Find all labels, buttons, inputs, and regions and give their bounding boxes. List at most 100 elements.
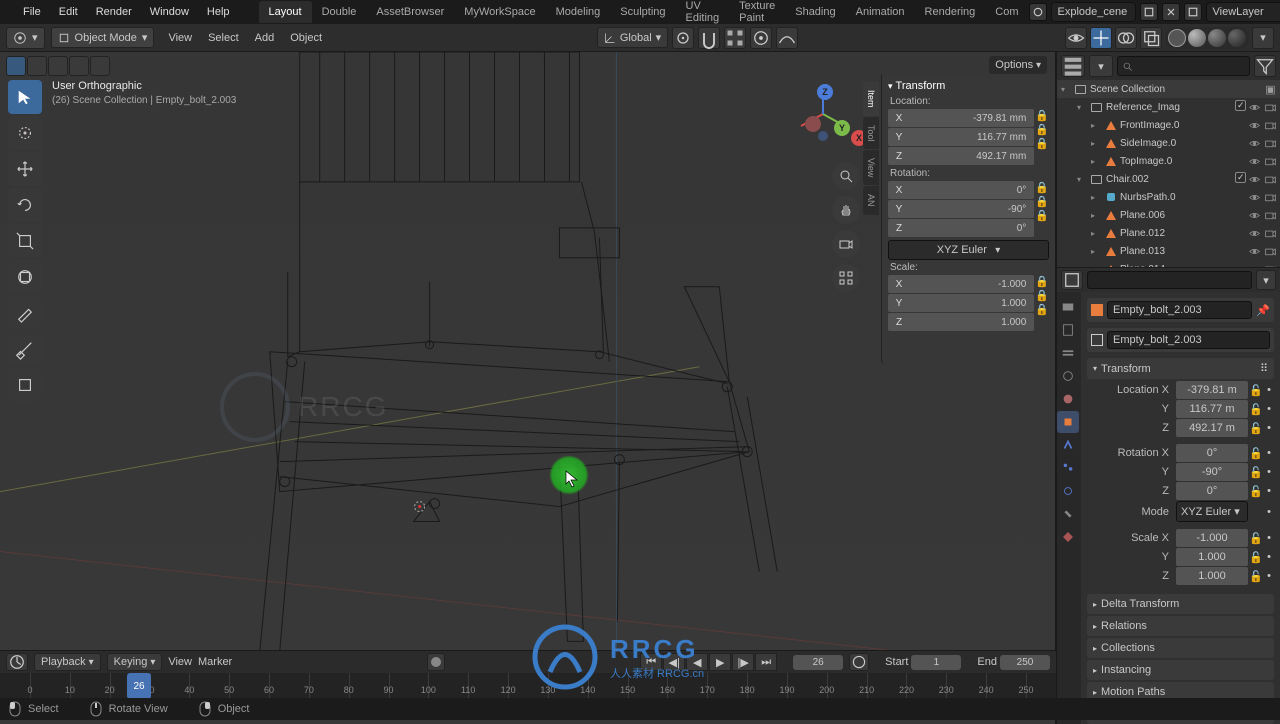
props-relations[interactable]: Relations	[1087, 616, 1274, 636]
disclosure-icon[interactable]: ▾	[1077, 103, 1087, 112]
visibility-dropdown[interactable]	[1065, 27, 1087, 49]
pivot-dropdown[interactable]	[672, 27, 694, 49]
tab-output[interactable]	[1057, 319, 1079, 341]
tab-viewlayer[interactable]	[1057, 342, 1079, 364]
perspective-icon[interactable]	[832, 264, 860, 292]
timeline-view[interactable]: View	[168, 656, 192, 668]
tab-object[interactable]	[1057, 411, 1079, 433]
lock-rot-y[interactable]: 🔒	[1035, 195, 1049, 208]
menu-edit[interactable]: Edit	[50, 2, 87, 22]
shading-options[interactable]: ▾	[1252, 27, 1274, 49]
eye-icon[interactable]	[1247, 136, 1262, 151]
render-icon[interactable]	[1263, 100, 1278, 115]
lock-loc-z[interactable]: 🔒	[1035, 137, 1049, 150]
mode-dropdown[interactable]: Object Mode ▾	[51, 27, 155, 48]
lock-loc-x[interactable]: 🔒	[1035, 109, 1049, 122]
menu-view[interactable]: View	[160, 28, 200, 48]
eye-icon[interactable]	[1247, 100, 1262, 115]
tab-data[interactable]	[1057, 526, 1079, 548]
menu-file[interactable]: File	[14, 2, 50, 22]
outliner-row[interactable]: ▸TopImage.0	[1057, 152, 1280, 170]
props-delta-transform[interactable]: Delta Transform	[1087, 594, 1274, 614]
eye-icon[interactable]	[1247, 172, 1262, 187]
menu-add[interactable]: Add	[247, 28, 283, 48]
jump-start[interactable]: ⏮	[640, 653, 662, 671]
exclude-checkbox[interactable]	[1235, 172, 1246, 183]
workspace-sculpting[interactable]: Sculpting	[610, 1, 675, 23]
props-instancing[interactable]: Instancing	[1087, 660, 1274, 680]
workspace-texturepaint[interactable]: Texture Paint	[729, 0, 785, 29]
gizmo-y[interactable]: Y	[834, 120, 850, 136]
snap-toggle[interactable]	[698, 27, 720, 49]
outliner-row[interactable]: ▸Plane.012	[1057, 224, 1280, 242]
proportional-falloff[interactable]	[776, 27, 798, 49]
pan-icon[interactable]	[832, 196, 860, 224]
tab-tool[interactable]: Tool	[863, 117, 879, 150]
outliner-row[interactable]: ▸NurbsPath.0	[1057, 188, 1280, 206]
eye-icon[interactable]	[1247, 208, 1262, 223]
keyframe-prev[interactable]: ◀|	[663, 653, 685, 671]
rotation-mode-select[interactable]: XYZ Euler ▾	[888, 240, 1049, 260]
timeline-keying[interactable]: Keying ▾	[107, 653, 163, 671]
tab-modifiers[interactable]	[1057, 434, 1079, 456]
npanel-transform-header[interactable]: Transform	[888, 80, 1049, 92]
play-forward[interactable]: ▶	[709, 653, 731, 671]
workspace-myworkspace[interactable]: MyWorkSpace	[454, 1, 545, 23]
xray-toggle[interactable]	[1140, 27, 1162, 49]
render-icon[interactable]	[1263, 244, 1278, 259]
viewlayer-browse-icon[interactable]	[1184, 3, 1202, 21]
disclosure-icon[interactable]: ▸	[1091, 193, 1101, 202]
disclosure-icon[interactable]: ▸	[1091, 157, 1101, 166]
rotation-x-field[interactable]: X0°	[888, 181, 1034, 199]
end-frame[interactable]: 250	[1000, 655, 1050, 670]
timeline-playback[interactable]: Playback ▾	[34, 653, 101, 671]
viewlayer-name-field[interactable]: ViewLayer	[1206, 2, 1280, 22]
autokey-toggle[interactable]	[427, 653, 445, 671]
eye-icon[interactable]	[1247, 244, 1262, 259]
start-frame[interactable]: 1	[911, 655, 961, 670]
workspace-modeling[interactable]: Modeling	[546, 1, 611, 23]
workspace-double[interactable]: Double	[312, 1, 367, 23]
disclosure-icon[interactable]: ▾	[1077, 175, 1087, 184]
data-name-field[interactable]: Empty_bolt_2.003	[1107, 331, 1270, 349]
workspace-uvediting[interactable]: UV Editing	[676, 0, 730, 29]
timeline-marker[interactable]: Marker	[198, 656, 232, 668]
tab-item[interactable]: Item	[863, 82, 879, 116]
outliner-filter[interactable]	[1254, 55, 1276, 77]
lock-rot-x[interactable]: 🔒	[1035, 181, 1049, 194]
menu-window[interactable]: Window	[141, 2, 198, 22]
scale-z-field[interactable]: Z1.000	[888, 313, 1034, 331]
proportional-edit-toggle[interactable]	[750, 27, 772, 49]
outliner-editor-type[interactable]	[1061, 55, 1085, 77]
shading-matpreview[interactable]	[1208, 29, 1226, 47]
render-icon[interactable]	[1263, 226, 1278, 241]
disclosure-icon[interactable]: ▸	[1091, 211, 1101, 220]
zoom-icon[interactable]	[832, 162, 860, 190]
location-z-field[interactable]: Z492.17 mm	[888, 147, 1034, 165]
render-icon[interactable]	[1263, 154, 1278, 169]
menu-render[interactable]: Render	[87, 2, 141, 22]
disclosure-icon[interactable]: ▸	[1091, 121, 1101, 130]
jump-end[interactable]: ⏭	[755, 653, 777, 671]
scene-name-field[interactable]: Explode_cene	[1051, 2, 1136, 22]
disclosure-icon[interactable]: ▸	[1091, 229, 1101, 238]
rotation-z-field[interactable]: Z0°	[888, 219, 1034, 237]
outliner-display-mode[interactable]: ▾	[1089, 55, 1113, 77]
tab-particles[interactable]	[1057, 457, 1079, 479]
lock-loc-y[interactable]: 🔒	[1035, 123, 1049, 136]
workspace-shading[interactable]: Shading	[785, 1, 845, 23]
scale-y-field[interactable]: Y1.000	[888, 294, 1034, 312]
eye-icon[interactable]	[1247, 190, 1262, 205]
scene-delete-icon[interactable]	[1162, 3, 1180, 21]
render-icon[interactable]	[1263, 136, 1278, 151]
outliner-row[interactable]: ▸Plane.006	[1057, 206, 1280, 224]
tab-view[interactable]: View	[863, 150, 879, 185]
outliner-row[interactable]: ▸SideImage.0	[1057, 134, 1280, 152]
prop-rot-z[interactable]: 0°	[1176, 482, 1248, 500]
location-x-field[interactable]: X-379.81 mm	[888, 109, 1034, 127]
prop-loc-x[interactable]: -379.81 m	[1176, 381, 1248, 399]
workspace-overflow[interactable]: Com	[985, 1, 1028, 23]
menu-object[interactable]: Object	[282, 28, 330, 48]
eye-icon[interactable]	[1247, 118, 1262, 133]
render-icon[interactable]	[1263, 172, 1278, 187]
